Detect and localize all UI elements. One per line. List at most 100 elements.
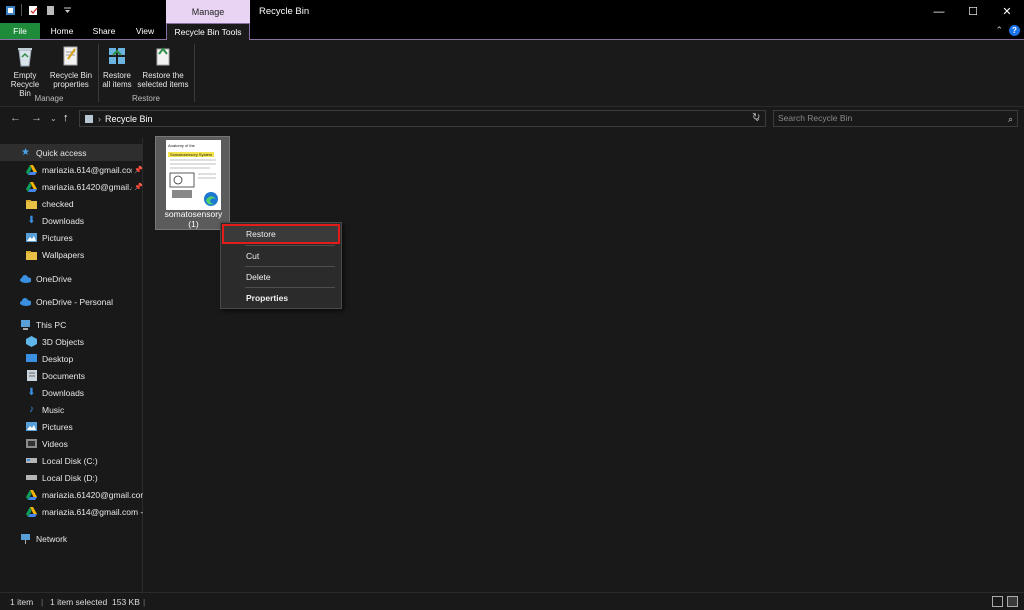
properties-icon[interactable] [27,4,39,16]
recycle-bin-empty-icon [14,44,36,68]
computer-icon [20,319,31,330]
window-controls: — ☐ ✕ [922,0,1024,23]
tab-share[interactable]: Share [84,23,124,39]
pictures-icon [26,232,37,243]
maximize-icon[interactable]: ☐ [956,0,990,23]
empty-recycle-bin-button[interactable]: Empty Recycle Bin [4,44,46,98]
title-bar: Manage Recycle Bin — ☐ ✕ [0,0,1024,23]
status-item-count: 1 item [10,597,34,607]
sidebar-item-label: mariazia.61420@gmail.com [42,181,132,192]
google-drive-icon [26,181,37,192]
cloud-icon [20,296,31,307]
disk-icon [26,455,37,466]
sidebar-item-3d-objects[interactable]: 3D Objects [0,333,143,350]
sidebar-item-documents[interactable]: Documents [0,367,143,384]
sidebar-item-checked[interactable]: checked [0,195,143,212]
restore-selected-items-button[interactable]: Restore the selected items [135,44,191,89]
sidebar-item-gdrive-3[interactable]: mariazia.61420@gmail.com [0,486,143,503]
up-arrow-icon[interactable]: ↑ [63,112,69,124]
minimize-icon[interactable]: — [922,0,956,23]
sidebar-item-desktop[interactable]: Desktop [0,350,143,367]
sidebar-item-videos[interactable]: Videos [0,435,143,452]
tab-file[interactable]: File [0,23,40,39]
cloud-icon [20,273,31,284]
search-input[interactable]: Search Recycle Bin ⌕ [773,110,1018,127]
sidebar-item-label: mariazia.614@gmail.com - [42,506,143,517]
sidebar-item-label: mariazia.614@gmail.com [42,164,133,175]
sidebar-item-onedrive[interactable]: OneDrive [0,270,143,287]
recycle-bin-properties-button[interactable]: Recycle Bin properties [49,44,93,89]
sidebar-item-network[interactable]: Network [0,530,143,547]
sidebar-item-downloads[interactable]: ⬇ Downloads [0,212,143,229]
navigation-pane: ★ Quick access mariazia.614@gmail.com 📌 … [0,138,143,592]
help-icon[interactable]: ? [1009,25,1020,36]
sidebar-item-label: Pictures [42,421,73,432]
address-bar[interactable]: › Recycle Bin ⌄ [79,110,766,127]
folder-icon [26,198,37,209]
close-icon[interactable]: ✕ [990,0,1024,23]
menu-item-delete[interactable]: Delete [221,267,341,287]
sidebar-item-quick-access[interactable]: ★ Quick access [0,144,143,161]
restore-selected-label-1: Restore the [142,71,184,80]
restore-all-icon [106,44,128,68]
sidebar-item-music[interactable]: ♪ Music [0,401,143,418]
download-icon: ⬇ [27,387,36,398]
recycle-bin-app-icon[interactable] [4,4,16,16]
details-view-icon[interactable] [992,596,1003,607]
address-path: Recycle Bin [105,113,153,124]
group-label-restore: Restore [131,94,160,103]
disk-icon [26,472,37,483]
tab-recycle-bin-tools[interactable]: Recycle Bin Tools [166,23,250,40]
sidebar-item-this-pc[interactable]: This PC [0,316,143,333]
sidebar-item-downloads-pc[interactable]: ⬇ Downloads [0,384,143,401]
sidebar-item-label: Desktop [42,353,74,364]
properties-sheet-icon [60,44,82,68]
manage-context-header: Manage [166,0,250,23]
sidebar-item-pictures[interactable]: Pictures [0,229,143,246]
menu-item-restore[interactable]: Restore [222,224,340,244]
large-icons-view-icon[interactable] [1007,596,1018,607]
file-thumbnail: Anatomy of the Somatosensory System [166,140,221,210]
sidebar-item-onedrive-personal[interactable]: OneDrive - Personal [0,293,143,310]
tab-home[interactable]: Home [40,23,84,39]
refresh-icon[interactable]: ↻ [752,112,760,123]
back-arrow-icon[interactable]: ← [10,112,21,124]
file-list-view[interactable]: Anatomy of the Somatosensory System soma… [144,130,1024,592]
sidebar-item-gdrive-4[interactable]: mariazia.614@gmail.com - [0,503,143,520]
sidebar-item-local-disk-c[interactable]: Local Disk (C:) [0,452,143,469]
sidebar-item-gdrive-1[interactable]: mariazia.614@gmail.com 📌 [0,161,143,178]
sidebar-item-local-disk-d[interactable]: Local Disk (D:) [0,469,143,486]
breadcrumb-chevron-icon: › [98,113,101,124]
pin-icon[interactable]: 📌 [134,183,143,191]
sidebar-item-label: Downloads [42,387,85,398]
status-size: 153 KB [112,597,140,607]
chevron-up-icon[interactable]: ⌃ [995,25,1003,36]
tab-view[interactable]: View [124,23,166,39]
google-drive-icon [26,164,37,175]
download-icon: ⬇ [27,215,36,226]
pin-icon[interactable]: 📌 [134,166,143,174]
restore-all-items-button[interactable]: Restore all items [100,44,134,89]
sidebar-item-label: Music [42,404,65,415]
customize-toolbar-icon[interactable] [61,4,73,16]
pictures-icon [26,421,37,432]
status-divider: | [143,597,146,607]
group-label-manage: Manage [34,94,64,103]
new-folder-icon[interactable] [44,4,56,16]
menu-item-cut[interactable]: Cut [221,246,341,266]
ribbon-tab-bar: File Home Share View Recycle Bin Tools ⌃… [0,23,1024,40]
sidebar-item-label: Local Disk (D:) [42,472,98,483]
sidebar-item-label: Wallpapers [42,249,85,260]
thumb-title-1: Anatomy of the [168,143,195,148]
forward-arrow-icon[interactable]: → [31,112,42,124]
recent-locations-chevron-icon[interactable]: ⌄ [50,114,57,123]
sidebar-item-pictures-pc[interactable]: Pictures [0,418,143,435]
sidebar-item-gdrive-2[interactable]: mariazia.61420@gmail.com 📌 [0,178,143,195]
menu-item-properties[interactable]: Properties [221,288,341,308]
sidebar-item-label: This PC [36,319,67,330]
sidebar-item-label: Network [36,533,68,544]
restore-selected-label-2: selected items [137,80,189,89]
sidebar-item-label: checked [42,198,74,209]
sidebar-item-wallpapers[interactable]: Wallpapers [0,246,143,263]
file-item-somatosensory[interactable]: Anatomy of the Somatosensory System soma… [155,136,230,230]
